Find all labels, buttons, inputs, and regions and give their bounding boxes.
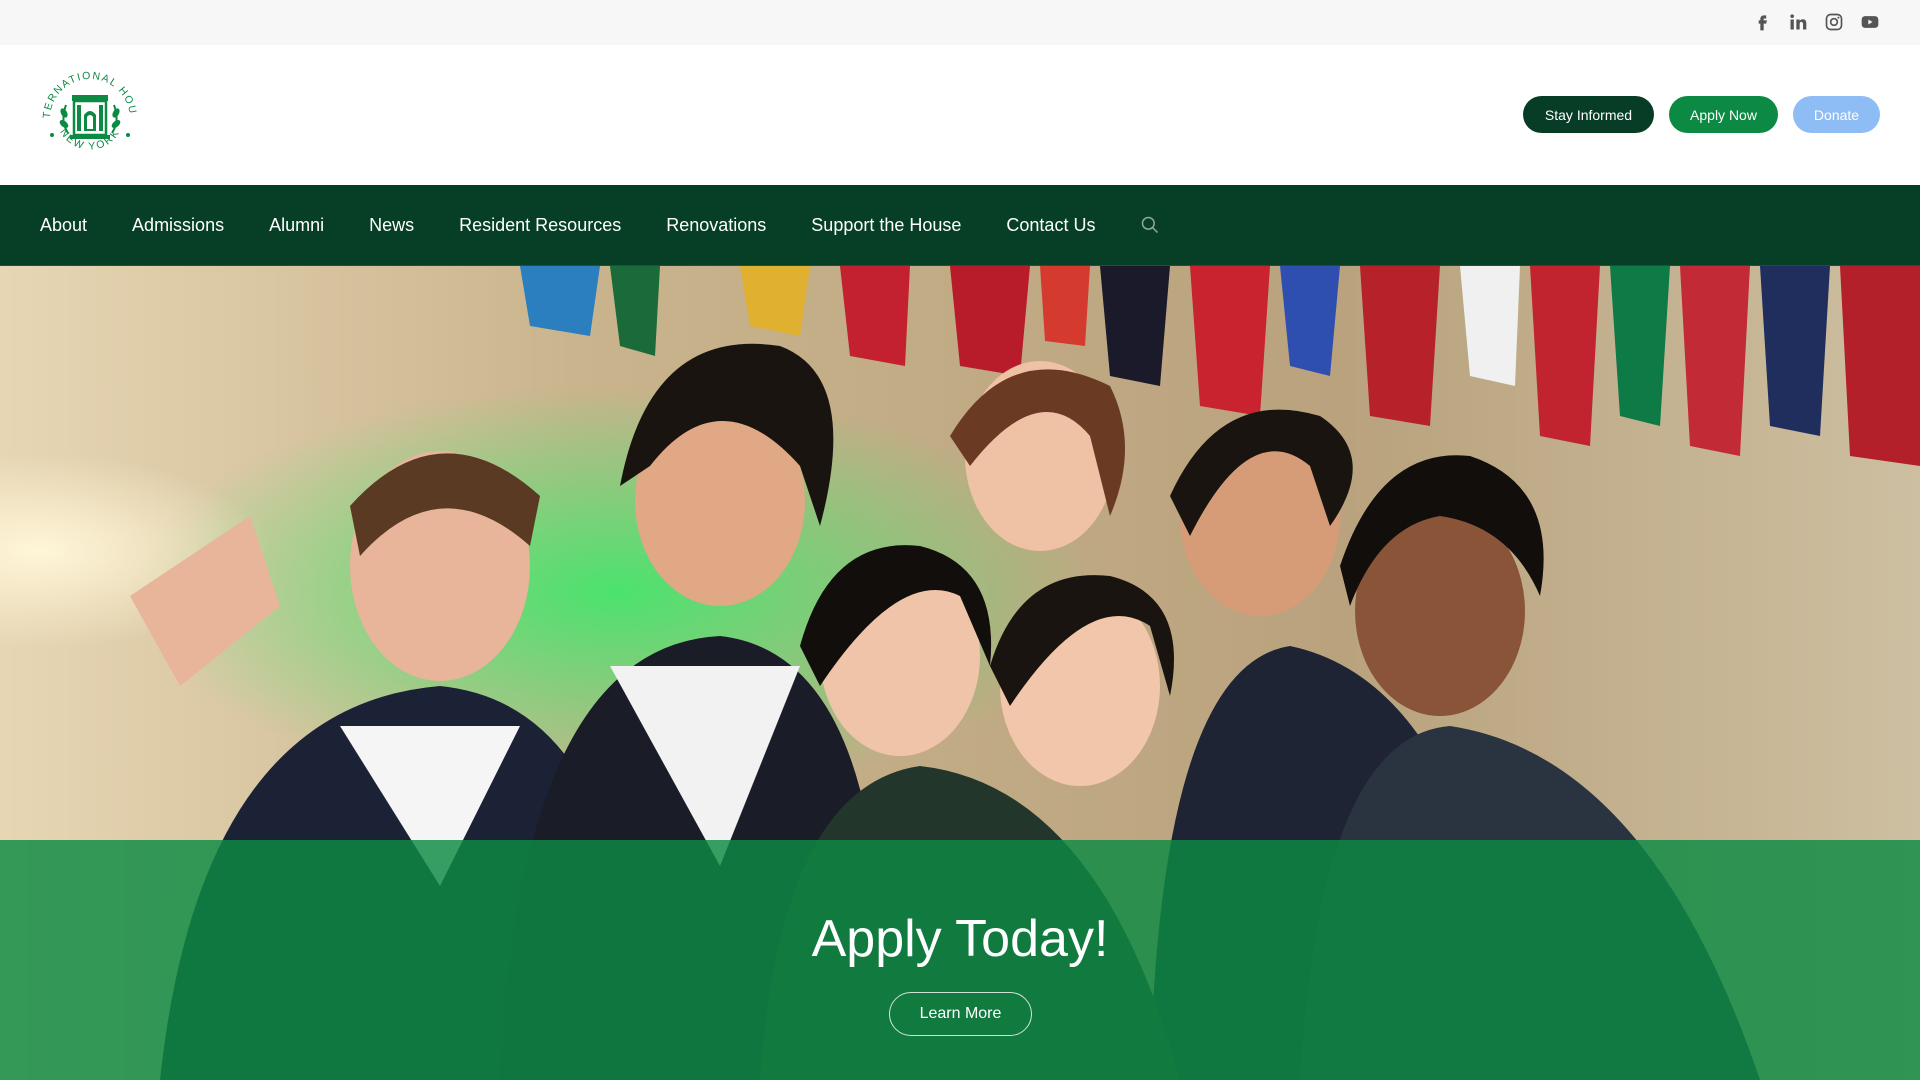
hero-section: Apply Today! Learn More	[0, 266, 1920, 1080]
site-header: INTERNATIONAL HOUSE NEW YORK Stay Inf	[0, 45, 1920, 185]
nav-item-alumni[interactable]: Alumni	[269, 215, 324, 236]
instagram-icon[interactable]	[1822, 10, 1846, 34]
utility-bar	[0, 0, 1920, 45]
learn-more-button[interactable]: Learn More	[889, 992, 1032, 1036]
social-links	[1750, 10, 1882, 34]
nav-item-support-the-house[interactable]: Support the House	[811, 215, 961, 236]
international-house-logo[interactable]: INTERNATIONAL HOUSE NEW YORK	[33, 54, 142, 167]
svg-text:INTERNATIONAL HOUSE: INTERNATIONAL HOUSE	[38, 63, 139, 119]
youtube-icon[interactable]	[1858, 10, 1882, 34]
nav-item-contact-us[interactable]: Contact Us	[1006, 215, 1095, 236]
nav-item-about[interactable]: About	[40, 215, 87, 236]
main-nav: About Admissions Alumni News Resident Re…	[0, 185, 1920, 266]
apply-now-button[interactable]: Apply Now	[1669, 96, 1778, 133]
nav-item-news[interactable]: News	[369, 215, 414, 236]
nav-item-renovations[interactable]: Renovations	[666, 215, 766, 236]
nav-item-resident-resources[interactable]: Resident Resources	[459, 215, 621, 236]
nav-item-admissions[interactable]: Admissions	[132, 215, 224, 236]
facebook-icon[interactable]	[1750, 10, 1774, 34]
stay-informed-button[interactable]: Stay Informed	[1523, 96, 1654, 133]
search-icon[interactable]	[1140, 215, 1160, 235]
header-cta-group: Stay Informed Apply Now Donate	[1523, 96, 1880, 133]
linkedin-icon[interactable]	[1786, 10, 1810, 34]
hero-title: Apply Today!	[811, 910, 1109, 968]
donate-button[interactable]: Donate	[1793, 96, 1880, 133]
